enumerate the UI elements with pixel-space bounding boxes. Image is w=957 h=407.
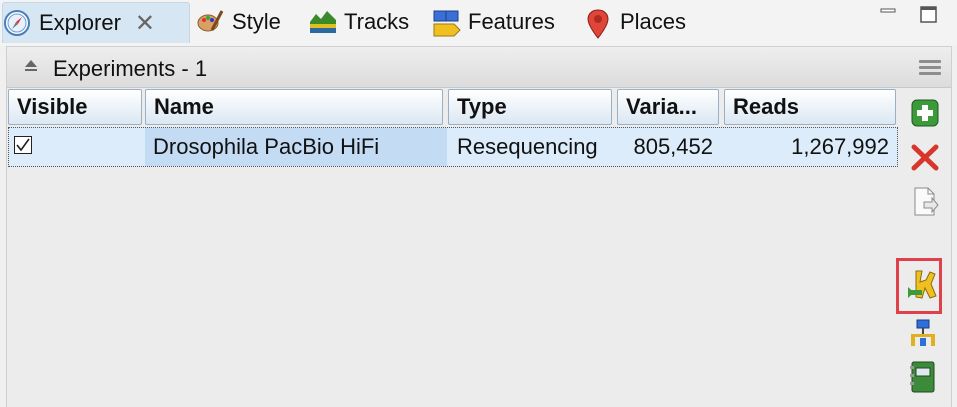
tab-places[interactable]: Places: [584, 2, 686, 42]
minimize-button[interactable]: [880, 6, 896, 22]
connect-icon[interactable]: [908, 318, 938, 348]
add-icon[interactable]: [910, 98, 940, 128]
delete-icon[interactable]: [910, 142, 940, 172]
compass-icon: [3, 9, 31, 37]
tab-explorer[interactable]: Explorer ✕: [2, 2, 190, 43]
close-icon[interactable]: ✕: [135, 9, 155, 38]
column-header-reads[interactable]: Reads: [724, 89, 896, 125]
tab-label: Style: [232, 9, 281, 34]
reads-cell[interactable]: 1,267,992: [721, 128, 897, 166]
tab-label: Tracks: [344, 9, 410, 34]
collapse-icon[interactable]: [23, 59, 39, 73]
column-header-variants[interactable]: Varia...: [617, 89, 719, 125]
tab-bar: Explorer ✕ Style Tracks Features Places: [0, 0, 957, 46]
tab-label: Places: [620, 9, 687, 34]
tracks-icon: [308, 8, 336, 36]
tools-icon[interactable]: [906, 268, 937, 299]
panel-title: Experiments - 1: [53, 56, 208, 81]
type-cell[interactable]: Resequencing: [449, 128, 615, 166]
visible-checkbox[interactable]: [14, 136, 32, 154]
tab-tracks[interactable]: Tracks: [308, 2, 409, 42]
tab-label: Explorer: [39, 10, 121, 35]
name-cell[interactable]: Drosophila PacBio HiFi: [145, 128, 447, 166]
column-header-visible[interactable]: Visible: [8, 89, 142, 125]
column-header-name[interactable]: Name: [145, 89, 443, 125]
column-header-type[interactable]: Type: [448, 89, 612, 125]
tab-features[interactable]: Features: [432, 2, 555, 42]
table-row[interactable]: Drosophila PacBio HiFi Resequencing 805,…: [8, 127, 898, 167]
panel-header: Experiments - 1: [7, 47, 951, 88]
variants-cell[interactable]: 805,452: [615, 128, 721, 166]
notebook-icon[interactable]: [908, 360, 938, 394]
features-icon: [432, 8, 461, 37]
tab-style[interactable]: Style: [196, 2, 281, 42]
import-icon[interactable]: [910, 186, 940, 216]
maximize-button[interactable]: [920, 6, 938, 24]
map-pin-icon: [584, 8, 612, 39]
visible-cell: [9, 128, 145, 166]
tab-label: Features: [468, 9, 555, 34]
menu-icon[interactable]: [919, 60, 941, 76]
palette-icon: [196, 8, 224, 36]
experiments-panel: Experiments - 1 Visible Name Type Varia.…: [6, 46, 952, 407]
